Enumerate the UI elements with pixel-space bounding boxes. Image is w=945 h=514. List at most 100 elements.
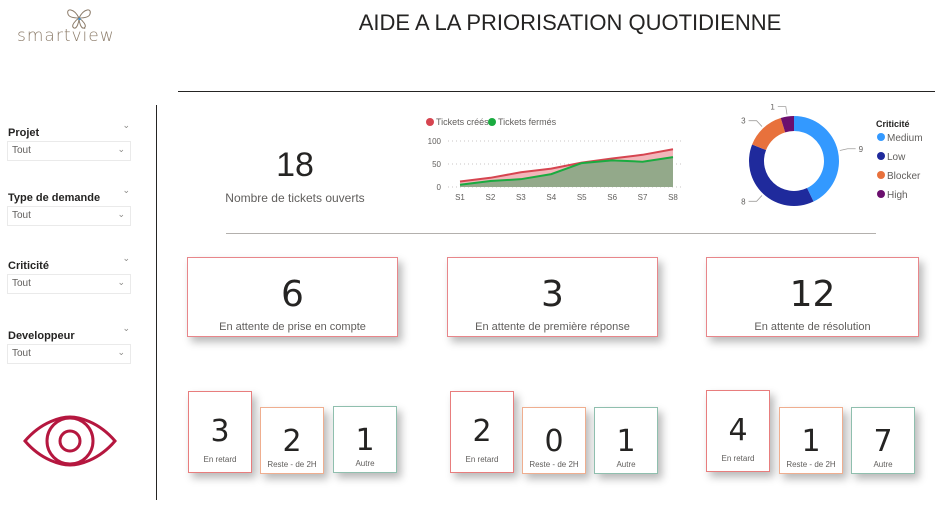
filter-type-de-demande-dropdown[interactable]: Tout ⌄ [7,206,131,226]
divider [226,233,876,234]
open-tickets-value: 18 [276,146,314,184]
eye-icon [23,415,117,467]
filter-criticite-dropdown[interactable]: Tout ⌄ [7,274,131,294]
x-tick-label: S5 [577,193,587,202]
legend-label-closed: Tickets fermés [498,117,557,127]
breakdown-label: En retard [465,455,499,464]
card-label: En attente de première réponse [475,321,630,333]
filter-developpeur: Developpeur ⌄ [8,324,132,343]
leader-line [748,120,763,127]
donut-slice-blocker[interactable] [752,117,786,151]
leader-line [748,195,763,202]
breakdown-autre[interactable]: 1 Autre [333,406,397,473]
chevron-down-icon[interactable]: ⌄ [122,121,130,131]
sidebar-divider [156,105,157,500]
filter-projet-dropdown[interactable]: Tout ⌄ [7,141,131,161]
status-card-prise-en-compte[interactable]: 6 En attente de prise en compte [187,257,398,337]
donut-slice-low[interactable] [749,144,814,206]
card-value: 6 [281,274,304,315]
x-tick-label: S4 [546,193,556,202]
status-card-resolution[interactable]: 12 En attente de résolution [706,257,919,337]
legend-marker-created [426,118,434,126]
y-tick-label: 100 [428,137,442,146]
breakdown-value: 1 [801,424,821,459]
legend-marker [877,190,885,198]
data-label: 8 [741,197,746,206]
filter-label: Type de demande [8,192,101,204]
breakdown-label: Autre [873,460,893,469]
breakdown-label: Reste - de 2H [529,460,579,469]
filter-value: Tout [12,145,31,156]
card-label: En attente de prise en compte [219,321,366,333]
breakdown-reste-2h[interactable]: 2 Reste - de 2H [260,407,324,474]
breakdown-en-retard[interactable]: 2 En retard [450,391,514,473]
legend-marker [877,152,885,160]
breakdown-reste-2h[interactable]: 1 Reste - de 2H [779,407,843,474]
breakdown-label: Reste - de 2H [267,460,317,469]
breakdown-label: Reste - de 2H [786,460,836,469]
donut-slice-medium[interactable] [794,116,839,202]
filter-criticite: Criticité ⌄ [8,254,132,273]
chevron-down-icon: ⌄ [117,144,125,154]
x-tick-label: S6 [607,193,617,202]
criticite-donut-chart: 9 8 3 1 Criticité Medium Low Blocker High [741,104,923,206]
legend-marker [877,133,885,141]
filter-value: Tout [12,210,31,221]
divider [178,91,935,92]
x-tick-label: S7 [638,193,648,202]
filter-projet: Projet ⌄ [8,121,132,140]
legend-label[interactable]: Medium [887,133,923,144]
legend-label[interactable]: Low [887,152,906,163]
legend-title: Criticité [876,119,910,129]
filter-label: Projet [8,127,40,139]
page-title: AIDE A LA PRIORISATION QUOTIDIENNE [358,10,782,35]
breakdown-autre[interactable]: 1 Autre [594,407,658,474]
leader-line [839,148,856,151]
filter-developpeur-dropdown[interactable]: Tout ⌄ [7,344,131,364]
breakdown-label: En retard [721,454,755,463]
logo-text: smartview [17,26,115,46]
filter-label: Criticité [8,260,49,272]
legend-marker [877,171,885,179]
y-tick-label: 0 [437,183,442,192]
filter-type-de-demande: Type de demande ⌄ [8,186,132,205]
legend-marker-closed [488,118,496,126]
card-label: En attente de résolution [754,321,871,333]
tickets-area-chart: Tickets créés Tickets fermés 0 50 100 S1 S2… [426,117,682,202]
data-label: 3 [741,117,746,126]
chevron-down-icon[interactable]: ⌄ [122,186,130,196]
chevron-down-icon[interactable]: ⌄ [122,254,130,264]
chevron-down-icon: ⌄ [117,347,125,357]
x-tick-label: S8 [668,193,678,202]
legend-label[interactable]: Blocker [887,171,921,182]
open-tickets-label: Nombre de tickets ouverts [225,191,365,205]
status-card-premiere-reponse[interactable]: 3 En attente de première réponse [447,257,658,337]
breakdown-value: 2 [282,424,302,459]
filter-value: Tout [12,348,31,359]
x-tick-label: S1 [455,193,465,202]
legend-label-created: Tickets créés [436,117,489,127]
legend-label[interactable]: High [887,190,908,201]
breakdown-value: 2 [472,414,492,449]
filter-label: Developpeur [8,330,75,342]
breakdown-autre[interactable]: 7 Autre [851,407,915,474]
data-label: 1 [770,104,775,112]
breakdown-value: 7 [873,424,893,459]
breakdown-en-retard[interactable]: 3 En retard [188,391,252,473]
x-tick-label: S3 [516,193,526,202]
card-value: 12 [789,274,836,315]
chevron-down-icon[interactable]: ⌄ [122,324,130,334]
x-tick-label: S2 [486,193,496,202]
y-tick-label: 50 [432,160,441,169]
breakdown-reste-2h[interactable]: 0 Reste - de 2H [522,407,586,474]
breakdown-value: 4 [728,413,748,448]
chevron-down-icon: ⌄ [117,209,125,219]
breakdown-value: 1 [616,424,636,459]
breakdown-label: En retard [203,455,237,464]
breakdown-value: 1 [355,423,375,458]
breakdown-label: Autre [355,459,375,468]
filter-value: Tout [12,278,31,289]
leader-line [777,106,788,115]
chevron-down-icon: ⌄ [117,277,125,287]
breakdown-en-retard[interactable]: 4 En retard [706,390,770,472]
